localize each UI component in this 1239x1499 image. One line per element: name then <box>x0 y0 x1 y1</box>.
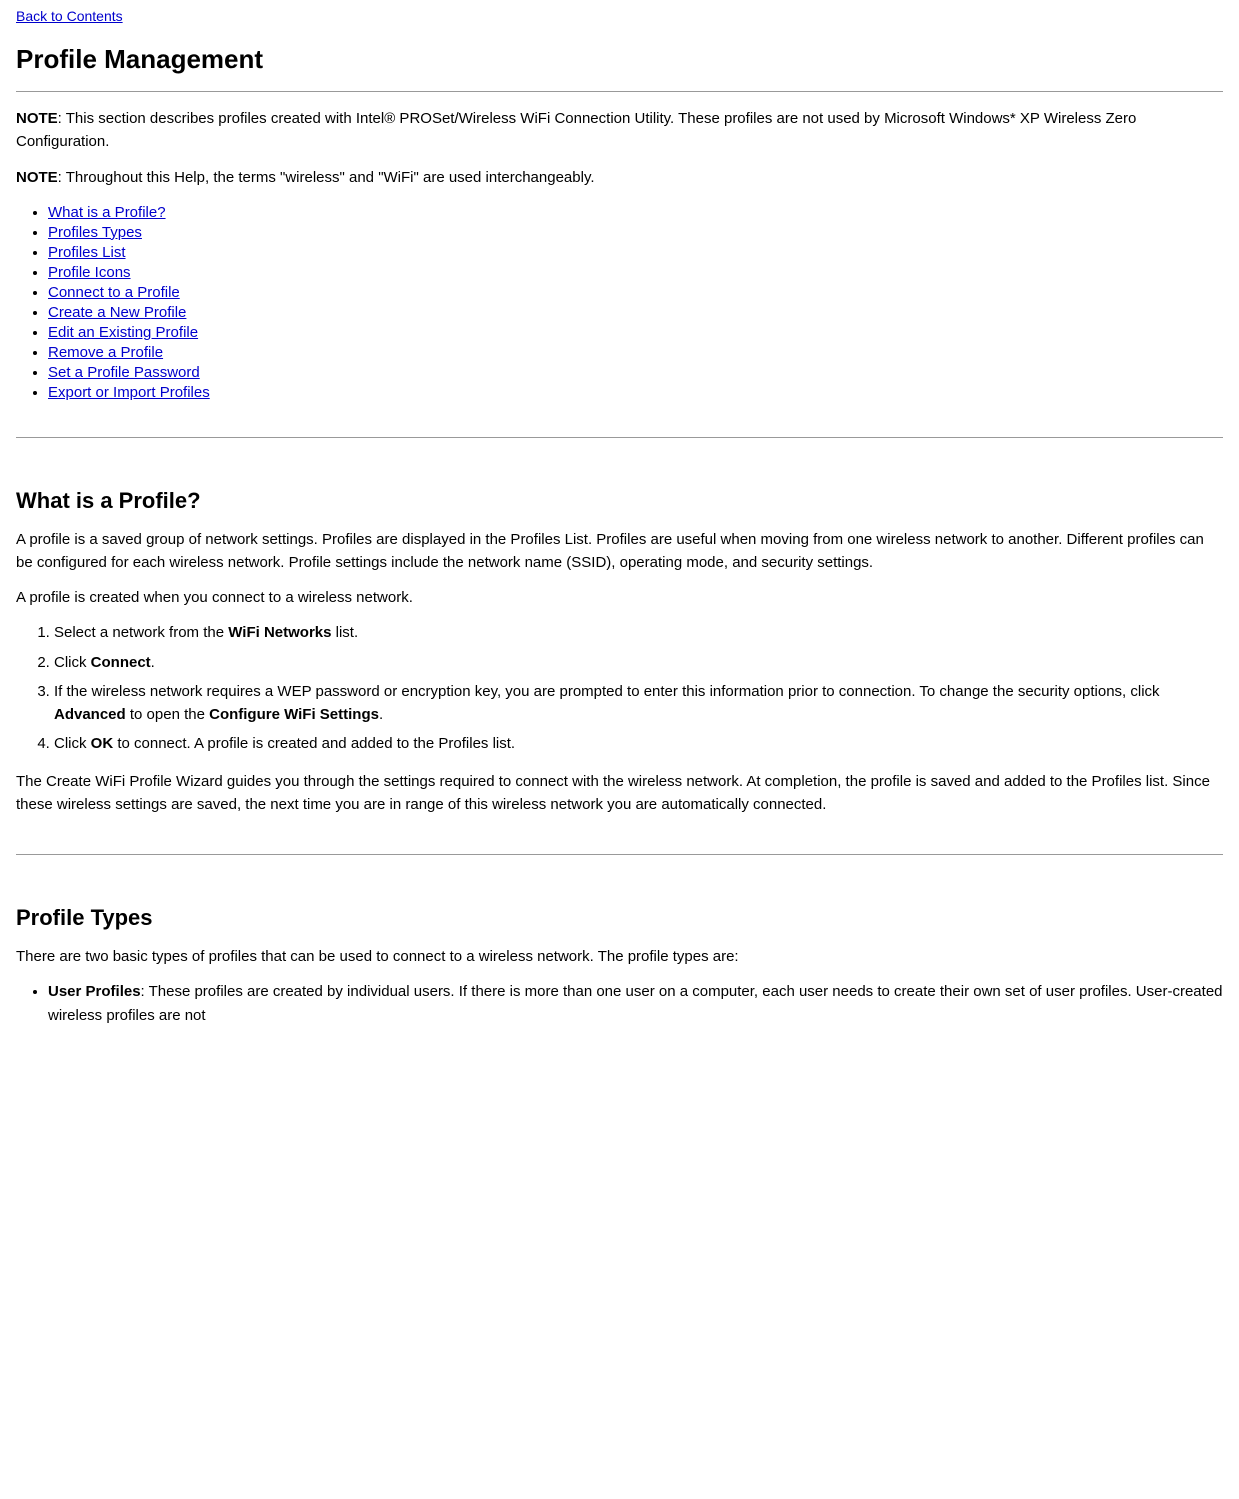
profile-types-list: User Profiles: These profiles are create… <box>48 980 1223 1027</box>
step-2: Click Connect. <box>54 651 1223 674</box>
section-title-profile-types: Profile Types <box>16 905 1223 931</box>
toc-link-profile-icons[interactable]: Profile Icons <box>48 264 131 281</box>
toc-item: Set a Profile Password <box>48 364 1223 381</box>
profile-type-user: User Profiles: These profiles are create… <box>48 980 1223 1027</box>
toc-item: Remove a Profile <box>48 344 1223 361</box>
toc-link-what-is-a-profile[interactable]: What is a Profile? <box>48 204 166 221</box>
toc-link-export-or-import-profiles[interactable]: Export or Import Profiles <box>48 384 210 401</box>
toc-item: Profiles Types <box>48 224 1223 241</box>
profile-type-user-label: User Profiles <box>48 983 141 1000</box>
step-1: Select a network from the WiFi Networks … <box>54 621 1223 644</box>
what-is-a-profile-para3: The Create WiFi Profile Wizard guides yo… <box>16 770 1223 817</box>
note-1-text: : This section describes profiles create… <box>16 110 1136 150</box>
toc-item: Profiles List <box>48 244 1223 261</box>
toc-link-connect-to-a-profile[interactable]: Connect to a Profile <box>48 284 180 301</box>
toc-link-profiles-list[interactable]: Profiles List <box>48 244 126 261</box>
section-title-what-is-a-profile: What is a Profile? <box>16 488 1223 514</box>
toc-item: What is a Profile? <box>48 204 1223 221</box>
step-3: If the wireless network requires a WEP p… <box>54 680 1223 727</box>
toc-item: Profile Icons <box>48 264 1223 281</box>
step-4: Click OK to connect. A profile is create… <box>54 732 1223 755</box>
note-2-label: NOTE <box>16 169 58 186</box>
what-is-a-profile-para2: A profile is created when you connect to… <box>16 586 1223 609</box>
toc-link-profiles-types[interactable]: Profiles Types <box>48 224 142 241</box>
toc-link-create-a-new-profile[interactable]: Create a New Profile <box>48 304 186 321</box>
toc-link-set-a-profile-password[interactable]: Set a Profile Password <box>48 364 200 381</box>
divider-after-toc <box>16 437 1223 438</box>
divider-top <box>16 91 1223 92</box>
note-1: NOTE: This section describes profiles cr… <box>16 108 1223 153</box>
note-1-label: NOTE <box>16 110 58 127</box>
note-2-text: : Throughout this Help, the terms "wirel… <box>58 169 595 186</box>
what-is-a-profile-steps: Select a network from the WiFi Networks … <box>54 621 1223 755</box>
profile-types-para1: There are two basic types of profiles th… <box>16 945 1223 968</box>
what-is-a-profile-para1: A profile is a saved group of network se… <box>16 528 1223 575</box>
toc-item: Export or Import Profiles <box>48 384 1223 401</box>
note-2: NOTE: Throughout this Help, the terms "w… <box>16 167 1223 190</box>
back-to-contents-link[interactable]: Back to Contents <box>16 8 1223 24</box>
divider-after-what-is-a-profile <box>16 854 1223 855</box>
page-title: Profile Management <box>16 44 1223 75</box>
toc-item: Create a New Profile <box>48 304 1223 321</box>
toc-list: What is a Profile? Profiles Types Profil… <box>48 204 1223 401</box>
toc-item: Edit an Existing Profile <box>48 324 1223 341</box>
toc-link-edit-an-existing-profile[interactable]: Edit an Existing Profile <box>48 324 198 341</box>
toc-item: Connect to a Profile <box>48 284 1223 301</box>
toc-link-remove-a-profile[interactable]: Remove a Profile <box>48 344 163 361</box>
profile-type-user-text: : These profiles are created by individu… <box>48 983 1223 1023</box>
